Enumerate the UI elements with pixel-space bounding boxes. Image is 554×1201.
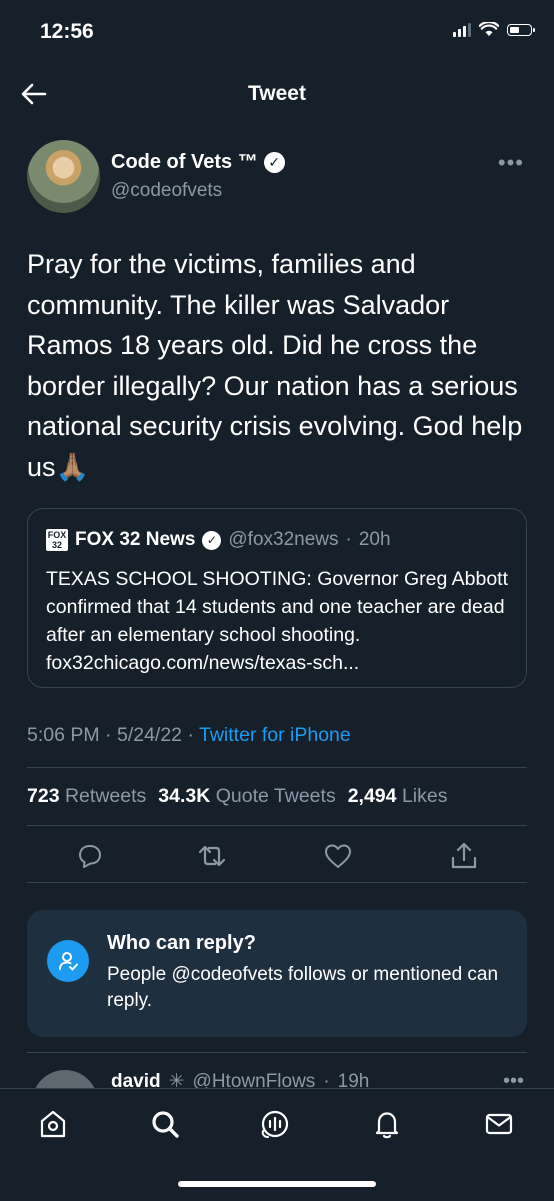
verified-badge-icon: ✓ [263,152,285,173]
author-avatar[interactable] [27,140,100,213]
home-icon[interactable] [36,1107,70,1141]
reply-restriction-box: Who can reply? People @codeofvets follow… [27,910,527,1037]
spaces-icon[interactable] [258,1107,292,1141]
quoted-tweet-text: TEXAS SCHOOL SHOOTING: Governor Greg Abb… [46,568,509,674]
quoted-separator: · [345,529,352,550]
wifi-icon [479,22,499,36]
author-handle[interactable]: @codeofvets [111,180,222,202]
more-options-icon[interactable]: ••• [498,150,524,176]
divider [27,825,527,826]
status-time: 12:56 [40,20,94,43]
reply-restriction-description: People @codeofvets follows or mentioned … [107,964,499,1011]
quote-tweets-stat[interactable]: 34.3K Quote Tweets [158,785,335,808]
tweet-timestamp: 5:06 PM · 5/24/22 · Twitter for iPhone [27,724,351,746]
divider [27,882,527,883]
battery-icon [507,23,535,36]
quoted-author-handle: @fox32news [228,529,339,550]
fox32-logo-icon: FOX 32 [46,529,68,551]
messages-icon[interactable] [482,1107,516,1141]
tweet-stats: 723 Retweets 34.3K Quote Tweets 2,494 Li… [27,785,447,808]
mention-person-icon [47,940,89,982]
reply-icon[interactable] [74,840,106,872]
divider [27,767,527,768]
verified-badge-icon: ✓ [202,530,222,550]
like-icon[interactable] [322,840,354,872]
tweet-time: 5:06 PM [27,724,100,746]
tweet-date: 5/24/22 [116,724,183,746]
status-icons [453,22,535,37]
tweet-text: Pray for the victims, families and commu… [27,249,523,482]
retweets-stat[interactable]: 723 Retweets [27,785,146,808]
quoted-tweet-header: FOX 32 FOX 32 News ✓ @fox32news · 20h [46,529,391,551]
share-icon[interactable] [448,840,480,872]
retweet-icon[interactable] [196,840,228,872]
reply-restriction-title: Who can reply? [107,932,256,954]
likes-stat[interactable]: 2,494 Likes [348,785,448,808]
notifications-icon[interactable] [370,1107,404,1141]
author-name[interactable]: Code of Vets ™ [111,151,258,174]
page-title: Tweet [248,82,306,105]
search-icon[interactable] [148,1107,182,1141]
bottom-nav [0,1088,554,1201]
quoted-tweet-age: 20h [358,529,391,550]
divider [27,1052,527,1053]
quoted-author-name: FOX 32 News [75,529,196,550]
cellular-signal-icon [453,22,471,37]
quoted-tweet-card[interactable]: FOX 32 FOX 32 News ✓ @fox32news · 20h TEX… [27,508,527,688]
home-indicator [178,1181,376,1187]
tweet-source-link[interactable]: Twitter for iPhone [199,724,351,746]
author-name-row[interactable]: Code of Vets ™ ✓ [111,151,285,174]
